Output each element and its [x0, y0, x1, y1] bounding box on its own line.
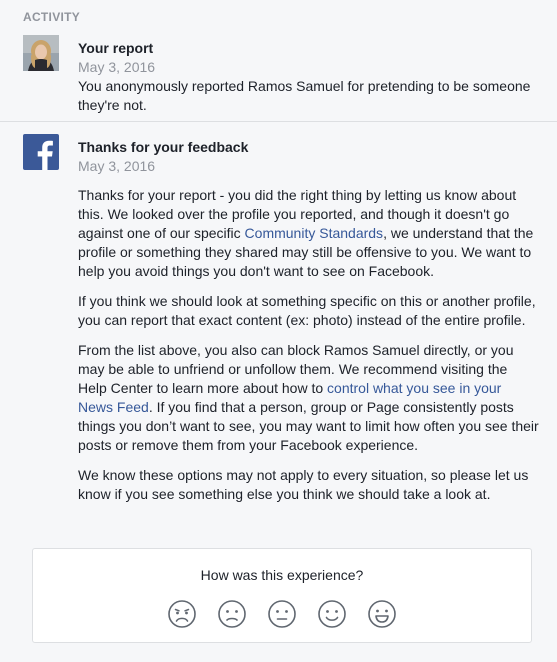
experience-survey: How was this experience? — [32, 548, 532, 643]
avatar[interactable] — [23, 35, 59, 71]
big-smile-face-icon[interactable] — [367, 599, 397, 629]
feedback-paragraph-3: From the list above, you also can block … — [78, 341, 539, 455]
report-text: You anonymously reported Ramos Samuel fo… — [78, 78, 531, 113]
report-date: May 3, 2016 — [78, 59, 156, 75]
sad-face-icon[interactable] — [217, 599, 247, 629]
feedback-paragraph-2: If you think we should look at something… — [78, 293, 536, 328]
smile-face-icon[interactable] — [317, 599, 347, 629]
facebook-logo-icon — [23, 134, 59, 170]
section-label-activity: ACTIVITY — [23, 10, 81, 24]
very-sad-face-icon[interactable] — [167, 599, 197, 629]
feedback-paragraph-1: Thanks for your report - you did the rig… — [78, 186, 539, 281]
feedback-title: Thanks for your feedback — [78, 139, 249, 155]
divider — [0, 121, 557, 122]
report-title: Your report — [78, 40, 154, 56]
rating-faces — [33, 599, 531, 629]
community-standards-link[interactable]: Community Standards — [245, 225, 384, 241]
feedback-date: May 3, 2016 — [78, 158, 156, 174]
avatar-photo — [23, 35, 59, 71]
survey-question: How was this experience? — [200, 567, 364, 583]
neutral-face-icon[interactable] — [267, 599, 297, 629]
feedback-paragraph-4: We know these options may not apply to e… — [78, 467, 529, 502]
